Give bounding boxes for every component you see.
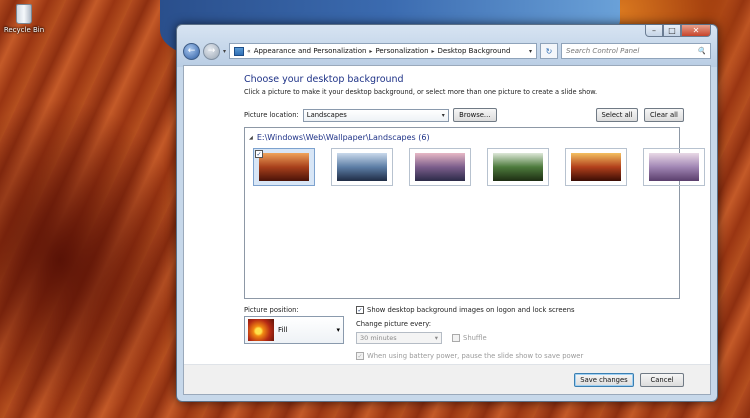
thumbnail-image — [337, 153, 387, 181]
folder-path: E:\Windows\Web\Wallpaper\Landscapes (6) — [256, 133, 430, 142]
chevron-down-icon: ▾ — [336, 326, 340, 334]
thumbnail-image — [649, 153, 699, 181]
address-dropdown[interactable]: ▾ — [529, 48, 532, 55]
save-changes-button[interactable]: Save changes — [574, 373, 634, 387]
desktop-icon-recycle-bin[interactable]: Recycle Bin — [2, 4, 46, 34]
window-chrome: – □ ✕ ← → ▾ « Appearance and Personaliza… — [177, 25, 717, 67]
select-all-button[interactable]: Select all — [596, 108, 638, 122]
change-interval-select[interactable]: 30 minutes ▾ — [356, 332, 442, 344]
folder-group-header[interactable]: ◢ E:\Windows\Web\Wallpaper\Landscapes (6… — [249, 133, 430, 142]
wallpaper-thumbnail-coast-sunset[interactable] — [409, 148, 471, 186]
picture-location-row: Picture location: Landscapes ▾ Browse... — [244, 108, 497, 122]
thumbnail-list: ✓ — [253, 148, 705, 186]
clear-all-button[interactable]: Clear all — [644, 108, 684, 122]
recent-pages-menu[interactable]: ▾ — [223, 48, 226, 55]
window-controls: – □ ✕ — [645, 25, 711, 37]
thumbnail-image — [493, 153, 543, 181]
battery-pause-label: When using battery power, pause the slid… — [367, 352, 584, 360]
picture-position-select[interactable]: Fill ▾ — [244, 316, 344, 344]
browse-button[interactable]: Browse... — [452, 108, 497, 122]
breadcrumb-arrow[interactable]: ▸ — [369, 48, 372, 55]
address-bar[interactable]: « Appearance and Personalization ▸ Perso… — [229, 43, 537, 59]
cancel-button[interactable]: Cancel — [640, 373, 684, 387]
wallpaper-thumbnail-waterfall[interactable] — [487, 148, 549, 186]
picture-location-label: Picture location: — [244, 111, 299, 119]
control-panel-icon — [234, 46, 245, 56]
minimize-button[interactable]: – — [645, 25, 663, 37]
page-title: Choose your desktop background — [244, 74, 404, 85]
chevron-down-icon: ▾ — [441, 111, 445, 119]
battery-pause-option[interactable]: ✓ When using battery power, pause the sl… — [356, 352, 583, 360]
search-input[interactable]: Search Control Panel — [566, 47, 697, 55]
battery-pause-checkbox[interactable]: ✓ — [356, 352, 364, 360]
breadcrumb-desktop-background[interactable]: Desktop Background — [438, 47, 511, 55]
breadcrumb-appearance[interactable]: Appearance and Personalization — [254, 47, 367, 55]
footer-buttons: Save changes Cancel — [574, 373, 684, 387]
picture-location-select[interactable]: Landscapes ▾ — [302, 108, 449, 122]
search-box[interactable]: Search Control Panel 🔍 — [561, 43, 711, 59]
chevron-down-icon: ▾ — [434, 334, 438, 342]
change-interval-text: Change picture every: — [356, 320, 432, 328]
content-area: Choose your desktop background Click a p… — [183, 65, 711, 395]
desktop-icon-label: Recycle Bin — [3, 26, 45, 34]
thumbnail-image — [259, 153, 309, 181]
thumbnail-image — [415, 153, 465, 181]
breadcrumb-arrow[interactable]: ▸ — [432, 48, 435, 55]
logon-background-checkbox[interactable]: ✓ — [356, 306, 364, 314]
logon-background-label: Show desktop background images on logon … — [367, 306, 575, 314]
logon-background-option[interactable]: ✓ Show desktop background images on logo… — [356, 306, 575, 314]
recycle-bin-icon — [16, 4, 32, 24]
maximize-button[interactable]: □ — [663, 25, 681, 37]
forward-button[interactable]: → — [203, 42, 220, 60]
shuffle-label: Shuffle — [463, 334, 487, 342]
change-interval-value: 30 minutes — [360, 334, 397, 342]
position-preview-icon — [248, 319, 274, 341]
wallpaper-thumbnail-lavender-field[interactable] — [643, 148, 705, 186]
thumbnail-checkbox[interactable]: ✓ — [255, 150, 263, 158]
wallpaper-thumbnail-lake-rocks[interactable] — [331, 148, 393, 186]
wallpaper-gallery: ◢ E:\Windows\Web\Wallpaper\Landscapes (6… — [244, 127, 705, 299]
dialog-footer: Save changes Cancel — [184, 364, 710, 394]
refresh-button[interactable]: ↻ — [540, 43, 558, 59]
wallpaper-thumbnail-rock-window[interactable] — [565, 148, 627, 186]
picture-location-value: Landscapes — [306, 111, 347, 119]
back-button[interactable]: ← — [183, 42, 200, 60]
wallpaper-thumbnail-canyon-arch[interactable]: ✓ — [253, 148, 315, 186]
address-overflow[interactable]: « — [247, 48, 251, 55]
close-button[interactable]: ✕ — [681, 25, 711, 37]
collapse-icon: ◢ — [249, 134, 253, 141]
selection-buttons: Select all Clear all — [596, 108, 684, 122]
picture-position-group: Picture position: Fill ▾ — [244, 306, 344, 344]
shuffle-checkbox[interactable] — [452, 334, 460, 342]
thumbnail-image — [571, 153, 621, 181]
search-icon[interactable]: 🔍 — [697, 47, 706, 55]
picture-position-value: Fill — [278, 326, 288, 334]
breadcrumb-personalization[interactable]: Personalization — [375, 47, 428, 55]
navigation-bar: ← → ▾ « Appearance and Personalization ▸… — [183, 41, 711, 61]
shuffle-option[interactable]: Shuffle — [452, 334, 487, 342]
control-panel-window: – □ ✕ ← → ▾ « Appearance and Personaliza… — [176, 24, 718, 402]
page-description: Click a picture to make it your desktop … — [244, 88, 598, 96]
picture-position-label: Picture position: — [244, 306, 299, 314]
change-interval-label: Change picture every: — [356, 320, 431, 328]
